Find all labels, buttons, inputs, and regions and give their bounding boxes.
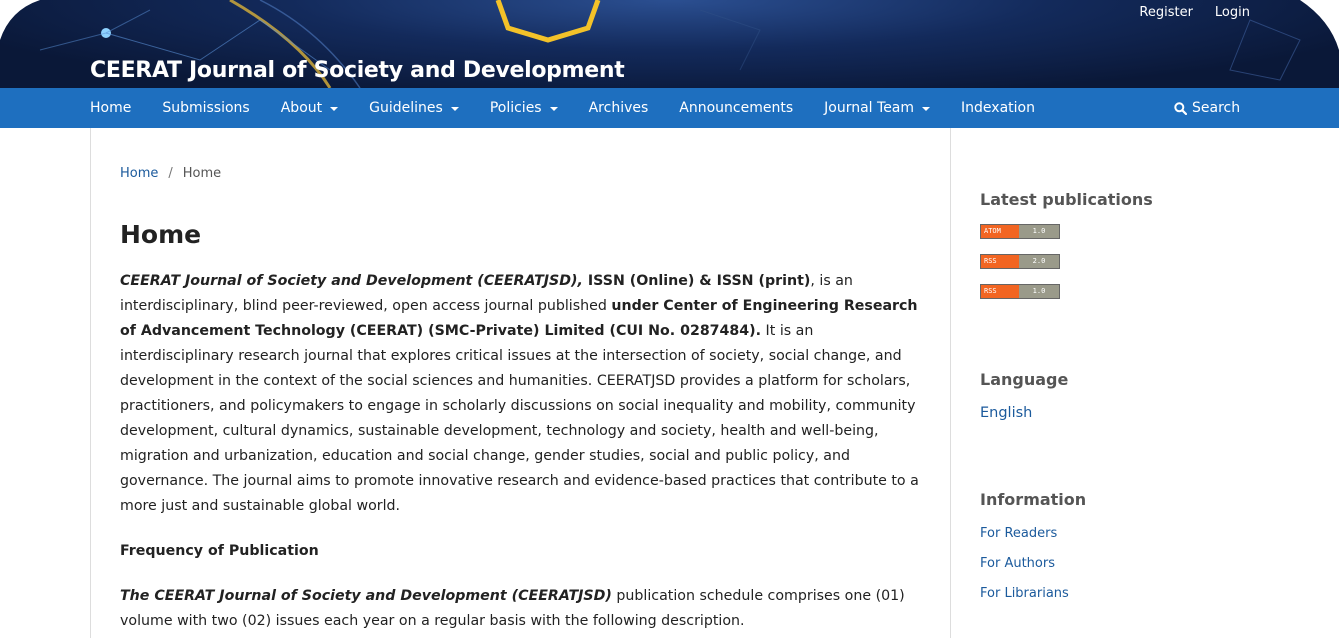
- nav-item-archives[interactable]: Archives: [589, 100, 649, 116]
- breadcrumb-separator: /: [168, 166, 173, 181]
- nav-item-journal-team[interactable]: Journal Team: [824, 100, 931, 116]
- breadcrumb-current: Home: [182, 166, 222, 181]
- caret-down-icon: [922, 107, 931, 111]
- primary-nav: Home Submissions About Guidelines Polici…: [0, 88, 1339, 128]
- page-title: Home: [120, 220, 202, 249]
- nav-item-label: Submissions: [162, 100, 250, 116]
- nav-item-announcements[interactable]: Announcements: [679, 100, 793, 116]
- nav-item-home[interactable]: Home: [90, 100, 131, 116]
- atom-feed-badge[interactable]: ATOM 1.0: [980, 224, 1060, 239]
- nav-item-label: Archives: [588, 100, 649, 116]
- journal-name: CEERAT Journal of Society and Developmen…: [120, 273, 583, 289]
- search-link[interactable]: Search: [1174, 88, 1240, 128]
- for-librarians-link[interactable]: For Librarians: [980, 586, 1069, 601]
- language-english-link[interactable]: English: [980, 405, 1032, 421]
- nav-item-guidelines[interactable]: Guidelines: [369, 100, 459, 116]
- search-icon: [1174, 101, 1187, 115]
- frequency-heading-text: Frequency of Publication: [120, 543, 319, 559]
- latest-publications-title: Latest publications: [980, 190, 1153, 209]
- feed-badge-version: 1.0: [1019, 225, 1059, 238]
- nav-item-label: Home: [90, 100, 132, 116]
- feed-badge-version: 2.0: [1019, 255, 1059, 268]
- for-authors-link[interactable]: For Authors: [980, 556, 1055, 571]
- user-nav: Register Login: [1139, 5, 1250, 20]
- feed-badge-type: RSS: [981, 285, 1019, 298]
- caret-down-icon: [450, 107, 459, 111]
- nav-item-submissions[interactable]: Submissions: [162, 100, 249, 116]
- nav-item-about[interactable]: About: [280, 100, 339, 116]
- nav-item-label: Announcements: [679, 100, 794, 116]
- journal-name-2: The CEERAT Journal of Society and Develo…: [120, 588, 612, 604]
- feed-badge-type: ATOM: [981, 225, 1019, 238]
- information-title: Information: [980, 490, 1087, 509]
- nav-item-label: Indexation: [961, 100, 1035, 116]
- search-label: Search: [1192, 100, 1241, 116]
- rss1-feed-badge[interactable]: RSS 1.0: [980, 284, 1060, 299]
- nav-item-label: Guidelines: [369, 100, 443, 116]
- nav-item-indexation[interactable]: Indexation: [961, 100, 1035, 116]
- nav-item-label: Policies: [489, 100, 542, 116]
- main-content: Home / Home Home CEERAT Journal of Socie…: [90, 128, 951, 638]
- language-title: Language: [980, 370, 1069, 389]
- site-header: CEERAT Journal of Society and Developmen…: [0, 0, 1339, 88]
- nav-item-label: Journal Team: [824, 100, 915, 116]
- caret-down-icon: [549, 107, 558, 111]
- breadcrumb-home-link[interactable]: Home: [120, 166, 158, 181]
- for-readers-link[interactable]: For Readers: [980, 526, 1057, 541]
- site-title[interactable]: CEERAT Journal of Society and Developmen…: [90, 58, 625, 83]
- feed-badge-version: 1.0: [1019, 285, 1059, 298]
- intro-text-2: It is an interdisciplinary research jour…: [120, 323, 919, 514]
- breadcrumb: Home / Home: [120, 166, 221, 181]
- issn-text: ISSN (Online) & ISSN (print): [582, 273, 811, 289]
- intro-paragraph: CEERAT Journal of Society and Developmen…: [120, 269, 922, 519]
- feed-badge-type: RSS: [981, 255, 1019, 268]
- frequency-heading: Frequency of Publication: [120, 539, 922, 564]
- register-link[interactable]: Register: [1139, 5, 1193, 20]
- nav-menu: Home Submissions About Guidelines Polici…: [90, 88, 1066, 128]
- rss2-feed-badge[interactable]: RSS 2.0: [980, 254, 1060, 269]
- frequency-paragraph: The CEERAT Journal of Society and Develo…: [120, 584, 922, 634]
- page-body: CEERAT Journal of Society and Developmen…: [120, 269, 922, 638]
- nav-item-label: About: [280, 100, 323, 116]
- login-link[interactable]: Login: [1215, 5, 1250, 20]
- caret-down-icon: [330, 107, 339, 111]
- nav-item-policies[interactable]: Policies: [490, 100, 558, 116]
